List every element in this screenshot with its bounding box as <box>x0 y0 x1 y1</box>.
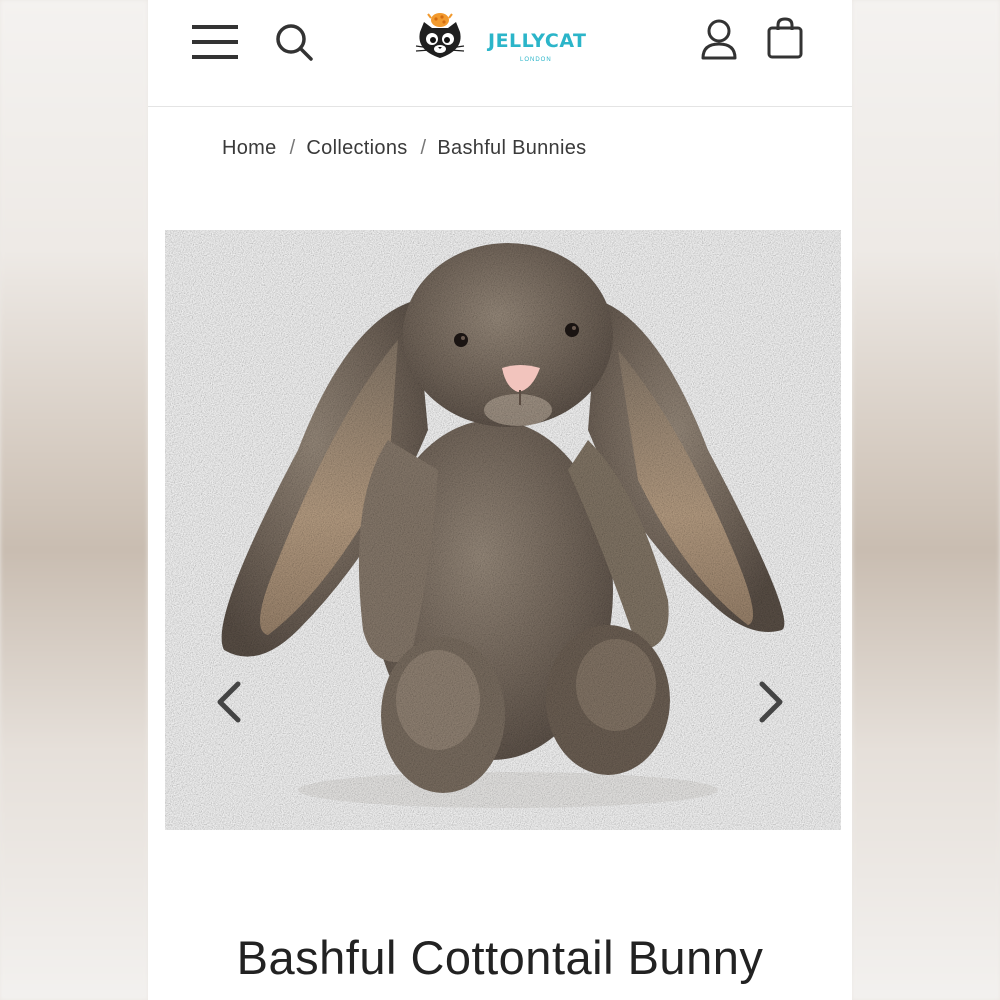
brand-subtitle: LONDON <box>520 57 552 63</box>
hamburger-menu-icon[interactable] <box>192 22 238 62</box>
breadcrumb-home[interactable]: Home <box>222 137 277 159</box>
breadcrumb-current: Bashful Bunnies <box>437 137 587 159</box>
brand-name: JELLYCAT <box>488 30 587 52</box>
cat-mascot-icon <box>415 13 465 58</box>
search-icon[interactable] <box>274 22 314 62</box>
site-header: JELLYCAT LONDON <box>148 0 852 107</box>
shopping-bag-icon[interactable] <box>766 16 804 60</box>
blurred-backdrop-left <box>0 0 148 1000</box>
account-icon[interactable] <box>700 18 738 60</box>
blurred-backdrop-right <box>852 0 1000 1000</box>
chevron-right-icon[interactable] <box>750 678 790 726</box>
product-image-gallery[interactable] <box>148 230 852 830</box>
bunny-product-image <box>221 243 785 808</box>
product-page: JELLYCAT LONDON Home / Collections / Bashful… <box>148 0 852 1000</box>
breadcrumb: Home / Collections / Bashful Bunnies <box>222 137 586 160</box>
breadcrumb-separator: / <box>420 137 427 159</box>
product-title: Bashful Cottontail Bunny <box>236 931 764 984</box>
chevron-left-icon[interactable] <box>210 678 250 726</box>
breadcrumb-collections[interactable]: Collections <box>306 137 407 159</box>
jellycat-logo[interactable]: JELLYCAT LONDON <box>410 10 590 70</box>
breadcrumb-separator: / <box>289 137 296 159</box>
